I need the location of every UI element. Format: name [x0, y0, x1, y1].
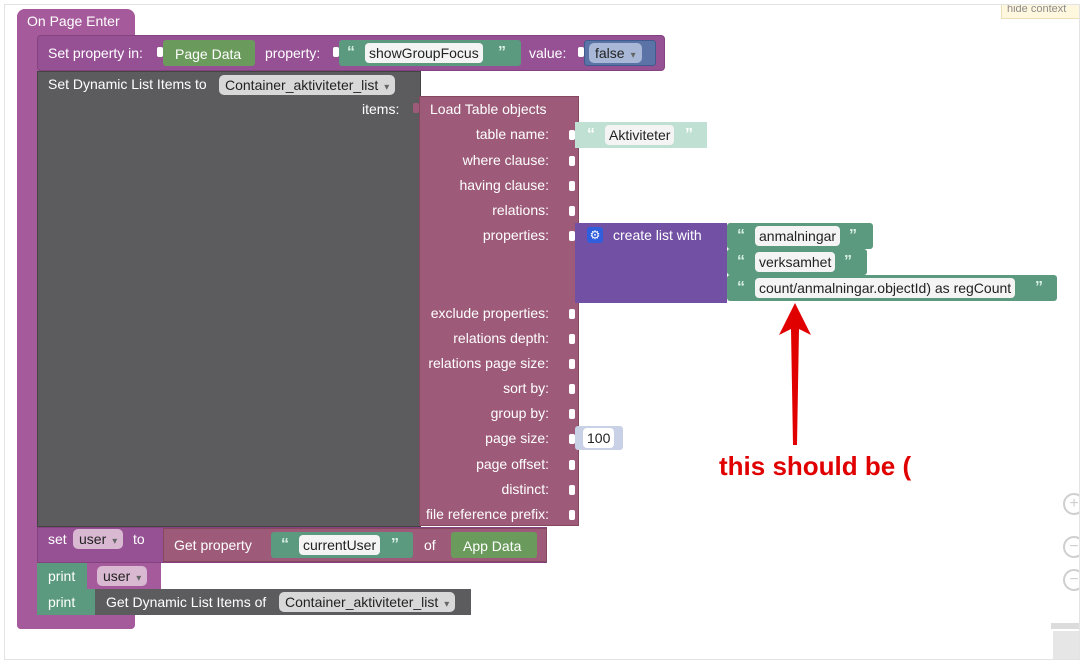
set-property-label: Set property in:	[48, 45, 143, 61]
param-properties-label: properties:	[482, 227, 549, 243]
print-label-2: print	[48, 594, 76, 610]
print-user-dropdown[interactable]: user	[97, 566, 148, 586]
zoom-reset-icon[interactable]: −	[1063, 569, 1079, 591]
print-label-1: print	[48, 568, 76, 584]
get-property-label: Get property	[174, 537, 252, 553]
container-dropdown[interactable]: Container_aktiviteter_list	[219, 75, 396, 95]
property-name-field[interactable]: showGroupFocus	[365, 43, 483, 63]
set-dynamic-list-label: Set Dynamic List Items to	[48, 76, 207, 92]
param-distinct-label: distinct:	[501, 481, 549, 497]
property-label: property:	[265, 45, 321, 61]
list-item-1-field[interactable]: anmalningar	[755, 226, 841, 246]
param-table-name-label: table name:	[475, 126, 549, 142]
current-user-field[interactable]: currentUser	[299, 535, 381, 555]
value-label: value:	[529, 45, 567, 61]
param-exclude-properties-label: exclude properties:	[430, 305, 549, 321]
items-label: items:	[362, 101, 400, 117]
create-list-label: create list with	[613, 227, 702, 243]
param-relations-depth-label: relations depth:	[453, 330, 549, 346]
of-label: of	[424, 537, 436, 553]
param-sort-by-label: sort by:	[503, 380, 549, 396]
trash-icon[interactable]	[1051, 623, 1079, 659]
app-data-label: App Data	[463, 538, 522, 554]
get-dynamic-list-label: Get Dynamic List Items of	[106, 594, 267, 610]
page-data-label: Page Data	[175, 46, 242, 62]
load-table-title: Load Table objects	[430, 101, 547, 117]
set-label: set	[48, 531, 67, 547]
red-arrow-annotation	[779, 303, 811, 445]
gear-icon[interactable]: ⚙	[587, 227, 603, 243]
zoom-in-icon[interactable]: +	[1063, 493, 1079, 515]
param-where-clause-label: where clause:	[462, 152, 549, 168]
param-having-clause-label: having clause:	[459, 177, 549, 193]
param-file-reference-prefix-label: file reference prefix:	[426, 506, 549, 522]
boolean-dropdown[interactable]: false	[589, 43, 642, 63]
param-page-offset-label: page offset:	[476, 456, 549, 472]
blockly-workspace[interactable]: hide context On Page Enter Set property …	[4, 4, 1080, 660]
param-relations-label: relations:	[492, 202, 549, 218]
param-relations-page-size-label: relations page size:	[428, 355, 549, 371]
zoom-out-icon[interactable]: −	[1063, 536, 1079, 558]
print-container-dropdown[interactable]: Container_aktiviteter_list	[279, 592, 456, 612]
list-item-2-field[interactable]: verksamhet	[755, 252, 836, 272]
annotation-text: this should be (	[719, 451, 912, 481]
table-name-field[interactable]: Aktiviteter	[605, 125, 675, 145]
list-item-3-field[interactable]: count/anmalningar.objectId) as regCount	[755, 278, 1016, 298]
param-page-size-label: page size:	[485, 430, 549, 446]
hide-context-button[interactable]: hide context	[1001, 5, 1079, 19]
param-group-by-label: group by:	[490, 405, 549, 421]
user-variable-dropdown[interactable]: user	[73, 529, 124, 549]
to-label: to	[133, 531, 145, 547]
page-size-field[interactable]: 100	[583, 428, 615, 448]
event-title: On Page Enter	[27, 13, 120, 29]
set-dynamic-list-block[interactable]	[37, 71, 421, 527]
